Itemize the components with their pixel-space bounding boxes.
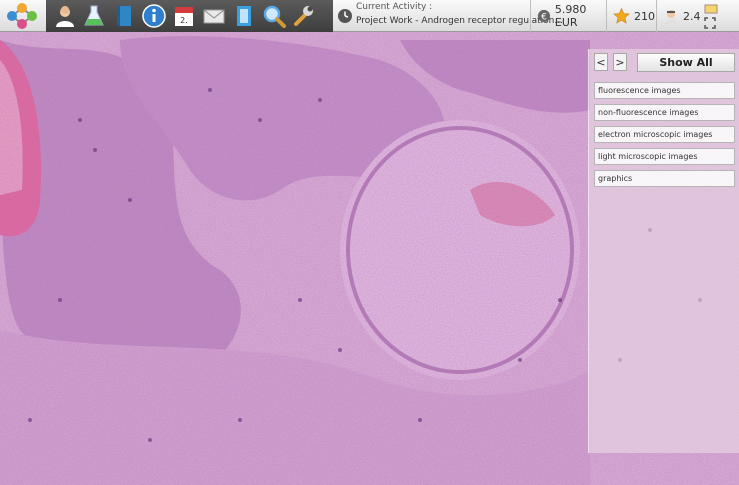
star-icon — [613, 7, 630, 24]
prev-button[interactable]: < — [594, 53, 608, 71]
filter-electron-microscopic[interactable]: electron microscopic images — [594, 126, 735, 143]
image-filter-panel: < > Show All fluorescence images non-flu… — [588, 49, 739, 453]
current-activity[interactable]: Current Activity : Project Work - Androg… — [334, 0, 563, 32]
rating-counter: 2.4 — [656, 0, 702, 32]
mail-icon[interactable] — [202, 4, 226, 28]
next-button[interactable]: > — [613, 53, 627, 71]
rating-value: 2.4 — [683, 9, 701, 23]
main-icon-bar: 2. — [46, 0, 333, 32]
book-icon[interactable] — [112, 4, 136, 28]
lab-flask-icon[interactable] — [82, 4, 106, 28]
stars-value: 210 — [634, 9, 655, 23]
wrench-icon[interactable] — [292, 4, 316, 28]
fullscreen-icon[interactable] — [704, 17, 716, 29]
filter-fluorescence[interactable]: fluorescence images — [594, 82, 735, 99]
scientist-icon — [665, 10, 677, 24]
filter-graphics[interactable]: graphics — [594, 170, 735, 187]
magnifier-icon[interactable] — [262, 4, 286, 28]
euro-coin-icon: € — [537, 9, 551, 22]
top-toolbar: 2. Current Activity : Project Work - And… — [0, 0, 739, 32]
flag-icon[interactable] — [704, 4, 718, 14]
money-counter: € 5.980 EUR — [530, 0, 605, 32]
show-all-button[interactable]: Show All — [637, 53, 735, 72]
clock-icon — [338, 9, 352, 23]
calendar-day-text: 2. — [180, 16, 188, 25]
window-controls — [702, 2, 736, 30]
current-activity-label: Current Activity : — [356, 2, 433, 12]
molecule-logo-icon[interactable] — [2, 1, 42, 31]
document-icon[interactable] — [232, 4, 256, 28]
doctor-icon[interactable] — [53, 4, 77, 28]
filter-light-microscopic[interactable]: light microscopic images — [594, 148, 735, 165]
svg-text:€: € — [541, 12, 547, 22]
money-value: 5.980 EUR — [554, 3, 587, 29]
stars-counter: 210 — [606, 0, 655, 32]
info-icon[interactable] — [142, 4, 166, 28]
filter-non-fluorescence[interactable]: non-fluorescence images — [594, 104, 735, 121]
calendar-icon[interactable]: 2. — [172, 4, 196, 28]
